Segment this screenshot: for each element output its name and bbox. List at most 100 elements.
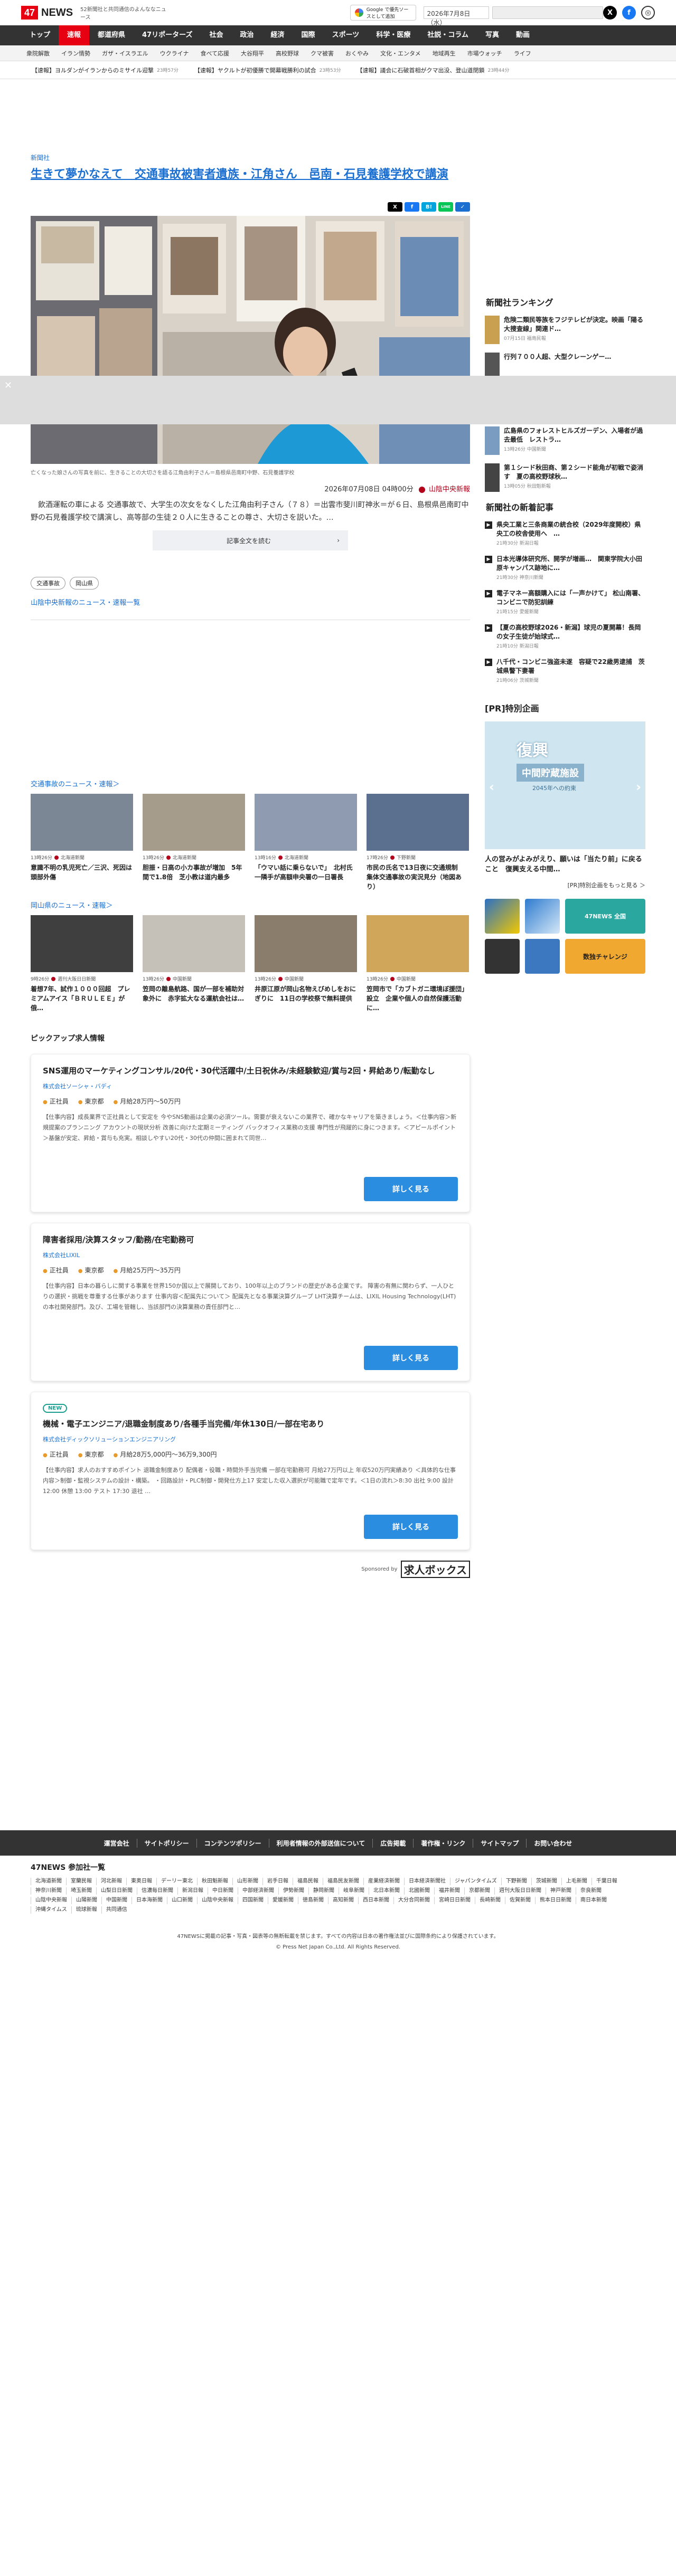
source-news-link[interactable]: 山陰中央新報のニュース・速報一覧: [31, 597, 470, 607]
nav-item[interactable]: 科学・医療: [368, 25, 419, 45]
article-source[interactable]: 山陰中央新報: [429, 486, 470, 493]
topic-item[interactable]: 食べて応援: [200, 49, 229, 58]
news-card[interactable]: 13時26分 中国新聞 井原江原が岡山名物えびめしをおにぎりに 11日の学校祭で無料…: [255, 915, 357, 1013]
job-card[interactable]: 障害者採用/決算スタッフ/勤務/在宅勤務可株式会社LIXIL 正社員東京都 月給25…: [31, 1223, 470, 1381]
nav-item[interactable]: 写真: [477, 25, 508, 45]
topic-item[interactable]: 大谷翔平: [241, 49, 264, 58]
topic-item[interactable]: 高校野球: [276, 49, 299, 58]
nav-item[interactable]: 国際: [293, 25, 324, 45]
share-line-button[interactable]: LINE: [438, 202, 453, 212]
banner-tile-2[interactable]: [525, 899, 560, 934]
news-card[interactable]: 13時16分 北海道新聞 「ウマい話に乗らないで」 北村氏一隣手が高額申央署の一日署…: [255, 794, 357, 891]
ranking-item[interactable]: 危険二類民等族をフジテレビが決定。映画「陽る大捜査線」関連ド… 07月15日 福島…: [485, 316, 645, 344]
job-title[interactable]: SNS運用のマーケティングコンサル/20代・30代活躍中/土日祝休み/未経験歓迎…: [43, 1064, 458, 1078]
news-card[interactable]: 13時26分 北海道新聞 意識不明の乳児死亡／三沢、死因は頭部外傷: [31, 794, 133, 891]
job-company[interactable]: 株式会社ディックソリューションエンジニアリング: [43, 1435, 458, 1443]
footer-link[interactable]: お問い合わせ: [526, 1838, 579, 1848]
banner-47news-zenkoku[interactable]: 47NEWS 全国: [565, 899, 645, 934]
member-link[interactable]: 神戸新聞: [546, 1887, 576, 1895]
member-link[interactable]: 日本海新聞: [132, 1897, 167, 1904]
footer-link[interactable]: 利用者情報の外部送信について: [268, 1838, 373, 1848]
topic-item[interactable]: ライフ: [514, 49, 531, 58]
member-link[interactable]: 京都新聞: [464, 1887, 494, 1895]
member-link[interactable]: 日本経済新聞社: [404, 1878, 450, 1885]
pr-article-title[interactable]: 人の営みがよみがえり、願いは「当たり前」に戻ること 復興支える中間…: [485, 854, 645, 874]
new-article-item[interactable]: ▶ 八千代・コンビニ強盗未遂 容疑で22歳男逮捕 茨城県警下妻署 21時06分 茨城…: [485, 658, 645, 683]
nav-item[interactable]: 動画: [508, 25, 538, 45]
member-link[interactable]: 福井新聞: [434, 1887, 464, 1895]
member-link[interactable]: 徳島新聞: [298, 1897, 328, 1904]
job-title[interactable]: 機械・電子エンジニア/退職金制度あり/各種手当完備/年休130日/一部在宅あり: [43, 1417, 458, 1431]
job-card[interactable]: SNS運用のマーケティングコンサル/20代・30代活躍中/土日祝休み/未経験歓迎…: [31, 1054, 470, 1212]
google-preferred-source-button[interactable]: Google で優先ソースとして追加: [350, 5, 416, 21]
topic-item[interactable]: ウクライナ: [160, 49, 189, 58]
share-hatena-button[interactable]: B!: [421, 202, 436, 212]
nav-item[interactable]: トップ: [21, 25, 59, 45]
member-link[interactable]: 茨城新聞: [531, 1878, 561, 1885]
member-link[interactable]: 山形新聞: [232, 1878, 262, 1885]
job-detail-button[interactable]: 詳しく見る: [364, 1177, 458, 1201]
member-link[interactable]: 新潟日報: [177, 1887, 208, 1895]
share-facebook-button[interactable]: f: [405, 202, 419, 212]
globe-icon[interactable]: ◎: [641, 6, 655, 20]
member-link[interactable]: 山口新聞: [167, 1897, 197, 1904]
footer-link[interactable]: 著作権・リンク: [413, 1838, 473, 1848]
nav-item[interactable]: 政治: [232, 25, 262, 45]
member-link[interactable]: 北海道新聞: [31, 1878, 66, 1885]
member-link[interactable]: 南日本新聞: [576, 1897, 611, 1904]
member-link[interactable]: 信濃毎日新聞: [137, 1887, 177, 1895]
share-x-button[interactable]: X: [388, 202, 402, 212]
tag-okayama[interactable]: 岡山県: [70, 577, 99, 590]
new-article-item[interactable]: ▶ 日本光導体研究所、開学が増画… 関東学院大小田原キャンパス跡地に… 21時30分…: [485, 555, 645, 581]
sponsor-logo[interactable]: 求人ボックス: [400, 1561, 470, 1578]
member-link[interactable]: 山陰中央新報: [197, 1897, 238, 1904]
job-detail-button[interactable]: 詳しく見る: [364, 1346, 458, 1370]
member-link[interactable]: 下野新聞: [501, 1878, 531, 1885]
topic-item[interactable]: ガザ・イスラエル: [102, 49, 148, 58]
job-title[interactable]: 障害者採用/決算スタッフ/勤務/在宅勤務可: [43, 1233, 458, 1247]
news-card[interactable]: 9時26分 週刊大阪日日新聞 着想7年、試作１０００回超 プレミアムアイス「ＢＲＵＬ…: [31, 915, 133, 1013]
member-link[interactable]: 宮崎日日新聞: [434, 1897, 475, 1904]
banner-tile-4[interactable]: [525, 939, 560, 974]
member-link[interactable]: デーリー東北: [156, 1878, 197, 1885]
ranking-item[interactable]: 広島県のフォレストヒルズガーデン、入場者が過去最低 レストラ… 13時26分 中国…: [485, 426, 645, 455]
job-company[interactable]: 株式会社ソーシャ・バディ: [43, 1082, 458, 1090]
nav-item[interactable]: 社説・コラム: [419, 25, 477, 45]
member-link[interactable]: 佐賀新聞: [505, 1897, 535, 1904]
site-logo[interactable]: 47 NEWS: [21, 6, 73, 20]
job-card[interactable]: NEW 機械・電子エンジニア/退職金制度あり/各種手当完備/年休130日/一部在宅…: [31, 1392, 470, 1550]
member-link[interactable]: 産業経済新聞: [363, 1878, 404, 1885]
member-link[interactable]: 山陽新聞: [71, 1897, 101, 1904]
banner-sudoku[interactable]: 数独チャレンジ: [565, 939, 645, 974]
member-link[interactable]: 伊勢新聞: [278, 1887, 308, 1895]
banner-tile-3[interactable]: [485, 939, 520, 974]
new-article-item[interactable]: ▶ 電子マネー高額購入には「一声かけて」 松山南署、コンビニで防犯訓練 21時15分…: [485, 589, 645, 615]
topic-item[interactable]: イラン情勢: [61, 49, 90, 58]
ticker-item[interactable]: 【速報】議会に石破首相がクマ出没、登山道閉鎖 23時44分: [356, 66, 509, 74]
member-link[interactable]: 週刊大阪日日新聞: [494, 1887, 546, 1895]
carousel-prev-icon[interactable]: ‹: [489, 780, 494, 794]
member-link[interactable]: 中国新聞: [101, 1897, 132, 1904]
member-link[interactable]: 中日新聞: [208, 1887, 238, 1895]
job-detail-button[interactable]: 詳しく見る: [364, 1515, 458, 1539]
nav-item[interactable]: 経済: [262, 25, 293, 45]
related-traffic-heading[interactable]: 交通事故のニュース・速報＞: [31, 778, 470, 788]
new-article-item[interactable]: ▶ 県央工業と三条商業の統合校（2029年度開校）県央工の校舎使用へ … 21時30…: [485, 520, 645, 546]
member-link[interactable]: 神奈川新聞: [31, 1887, 66, 1895]
ticker-item[interactable]: 【速報】ヨルダンがイランからのミサイル迎撃 23時57分: [32, 66, 179, 74]
member-link[interactable]: ジャパンタイムズ: [450, 1878, 501, 1885]
footer-link[interactable]: コンテンツポリシー: [196, 1838, 269, 1848]
news-card[interactable]: 13時26分 北海道新聞 胆振・日高の小カ事故が増加 5年間で1.8倍 芝小教は道内…: [143, 794, 245, 891]
topic-item[interactable]: 文化・エンタメ: [380, 49, 421, 58]
member-link[interactable]: 沖縄タイムス: [31, 1906, 71, 1914]
member-link[interactable]: 岩手日報: [262, 1878, 293, 1885]
member-link[interactable]: 奈良新聞: [576, 1887, 606, 1895]
member-link[interactable]: 河北新報: [96, 1878, 126, 1885]
member-link[interactable]: 岐阜新聞: [339, 1887, 369, 1895]
new-article-item[interactable]: ▶ 【夏の高校野球2026・新潟】球児の夏開幕！長岡の女子生徒が始球式… 21時10…: [485, 623, 645, 649]
x-icon[interactable]: X: [603, 6, 617, 20]
member-link[interactable]: 大分合同新聞: [393, 1897, 434, 1904]
nav-item[interactable]: 社会: [201, 25, 232, 45]
banner-tile-1[interactable]: [485, 899, 520, 934]
member-link[interactable]: 埼玉新聞: [66, 1887, 96, 1895]
